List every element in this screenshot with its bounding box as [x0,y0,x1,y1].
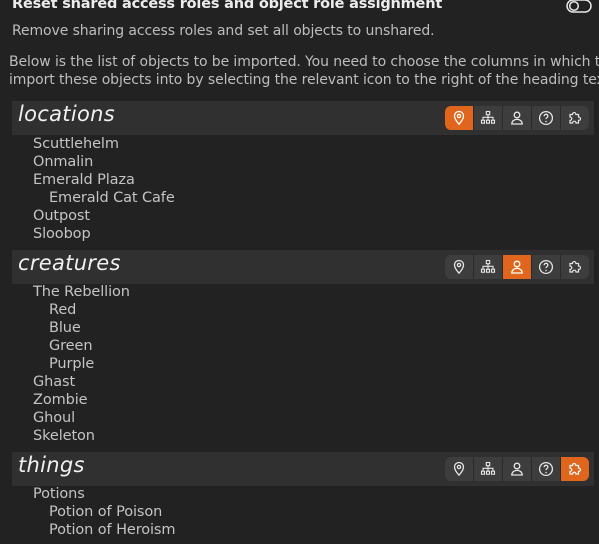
location-pin-icon [453,259,465,275]
section-header-locations: locations [12,101,594,135]
list-item: Onmalin [33,154,94,170]
section-title: locations [18,102,115,126]
list-item: Outpost [33,208,90,224]
section-title: creatures [18,251,121,275]
location-pin-icon [453,110,465,126]
hierarchy-column-button[interactable] [474,255,503,279]
column-selector [445,457,589,481]
person-column-button[interactable] [503,106,532,130]
question-column-button[interactable] [532,106,561,130]
puzzle-icon [569,111,582,124]
list-item: Scuttlehelm [33,136,119,152]
list-item: Potion of Poison [49,504,163,520]
column-selector [445,255,589,279]
list-item: Skeleton [33,428,95,444]
question-column-button[interactable] [532,255,561,279]
puzzle-column-button[interactable] [561,457,589,481]
section-header-things: things [12,452,594,486]
list-item: Sloobop [33,226,91,242]
list-item: Green [49,338,93,354]
list-item: Purple [49,356,95,372]
list-item: The Rebellion [33,284,130,300]
hierarchy-column-button[interactable] [474,457,503,481]
location-column-button[interactable] [445,255,474,279]
question-icon [538,461,554,477]
question-column-button[interactable] [532,457,561,481]
intro-line-1: Below is the list of objects to be impor… [9,54,599,70]
puzzle-icon [569,462,582,475]
hierarchy-icon [480,461,496,475]
puzzle-column-button[interactable] [561,255,589,279]
column-selector [445,106,589,130]
list-item: Emerald Cat Cafe [49,190,175,206]
location-column-button[interactable] [445,106,474,130]
location-pin-icon [453,461,465,477]
toggle-switch[interactable] [566,0,592,14]
question-icon [538,259,554,275]
puzzle-icon [569,260,582,273]
person-icon [511,111,523,125]
hierarchy-icon [480,259,496,273]
list-item: Emerald Plaza [33,172,135,188]
person-icon [511,260,523,274]
list-item: Potion of Heroism [49,522,176,538]
section-header-creatures: creatures [12,250,594,284]
hierarchy-column-button[interactable] [474,106,503,130]
person-icon [511,462,523,476]
hierarchy-icon [480,110,496,124]
import-panel: Reset shared access roles and object rol… [0,0,599,544]
list-item: Blue [49,320,81,336]
location-column-button[interactable] [445,457,474,481]
list-item: Ghoul [33,410,76,426]
reset-description: Remove sharing access roles and set all … [12,23,435,39]
list-item: Potions [33,486,85,502]
question-icon [538,110,554,126]
list-item: Zombie [33,392,88,408]
person-column-button[interactable] [503,457,532,481]
intro-line-2: import these objects into by selecting t… [9,72,599,88]
intro-paragraph: Below is the list of objects to be impor… [9,53,599,89]
puzzle-column-button[interactable] [561,106,589,130]
reset-title: Reset shared access roles and object rol… [12,0,443,12]
list-item: Ghast [33,374,76,390]
list-item: Red [49,302,77,318]
person-column-button[interactable] [503,255,532,279]
section-title: things [18,453,85,477]
